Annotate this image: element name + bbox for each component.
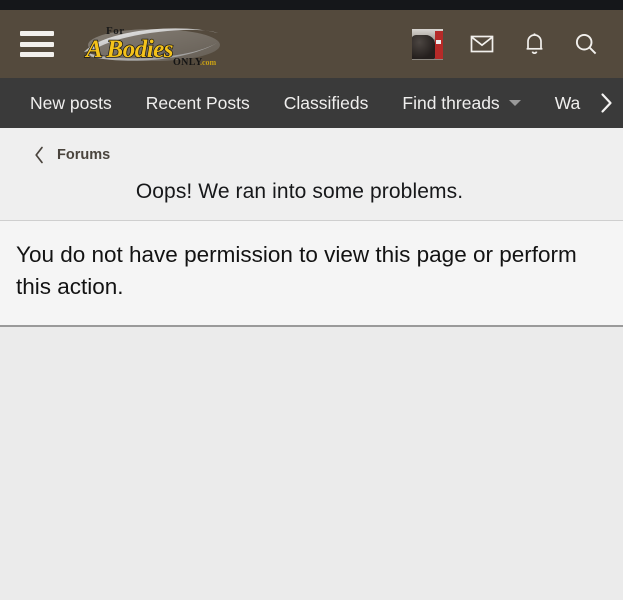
header-actions [412,28,609,60]
chevron-left-icon[interactable] [34,146,45,164]
page-body-empty-area [0,326,623,600]
nav-label: Recent Posts [145,93,250,113]
nav-scroll-right-button[interactable] [589,78,623,128]
chevron-right-icon [600,93,612,113]
main-navigation: New posts Recent Posts Classifieds Find … [0,78,623,128]
avatar-car [412,35,436,60]
breadcrumb-item-forums[interactable]: Forums [57,147,110,163]
hamburger-bar-1 [20,31,54,36]
hamburger-bar-3 [20,52,54,57]
nav-label: Find threads [402,93,500,113]
search-icon[interactable] [573,31,599,57]
error-message-block: You do not have permission to view this … [0,220,623,327]
hamburger-bar-2 [20,41,54,47]
avatar-red-band [434,30,443,60]
nav-label: New posts [30,93,112,113]
hamburger-menu-icon[interactable] [20,31,54,57]
logo-text-abodies: A Bodies [84,36,173,63]
page-header-section: Forums Oops! We ran into some problems. [0,128,623,221]
error-message-text: You do not have permission to view this … [16,242,577,299]
nav-item-classifieds[interactable]: Classifieds [267,78,386,128]
alerts-bell-icon[interactable] [521,31,547,57]
nav-item-find-threads[interactable]: Find threads [385,78,537,128]
breadcrumb: Forums [0,142,623,168]
nav-label: Wa [554,93,581,113]
site-logo[interactable]: For A Bodies ONLY .com [76,19,226,69]
chevron-down-icon[interactable] [508,100,521,106]
logo-text-only: ONLY [173,57,203,68]
nav-item-recent-posts[interactable]: Recent Posts [129,78,267,128]
logo-text-dotcom: .com [200,58,217,67]
nav-label: Classifieds [283,93,369,113]
nav-item-new-posts[interactable]: New posts [30,78,129,128]
user-avatar[interactable] [412,28,443,60]
inbox-icon[interactable] [469,31,495,57]
site-header: For A Bodies ONLY .com [0,10,623,78]
page-title: Oops! We ran into some problems. [135,180,464,203]
top-black-strip [0,0,623,10]
